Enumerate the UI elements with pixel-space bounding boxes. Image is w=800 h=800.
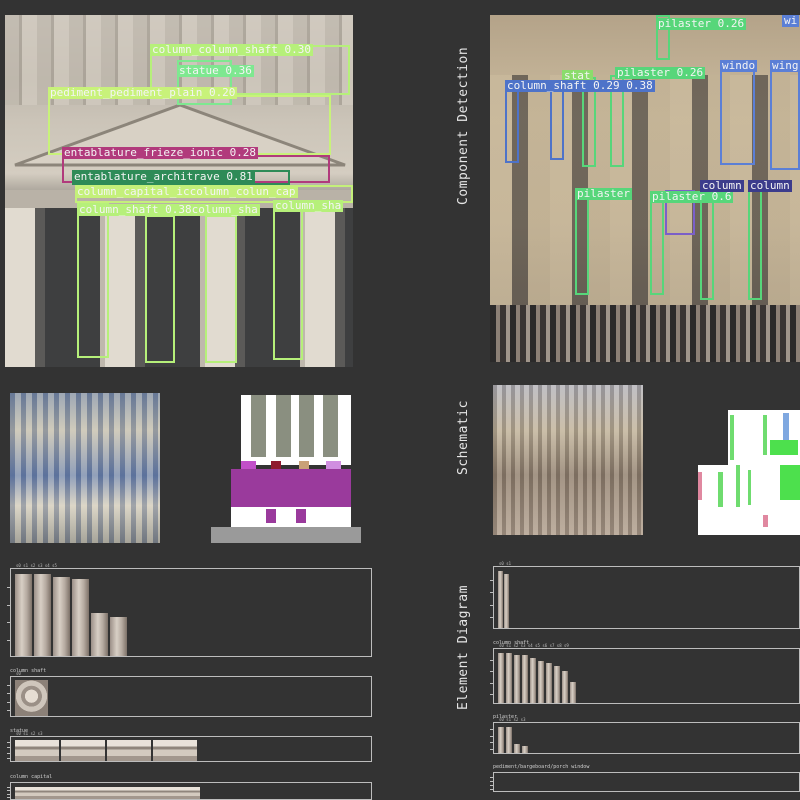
left-strip-axis-tick: [7, 640, 11, 641]
det-label-right-1: wi: [782, 15, 800, 27]
right-strip-axis-tick: [490, 785, 494, 786]
right-element-strip-3: [490, 772, 800, 792]
left-strip-2-element-2: [107, 740, 151, 761]
right-schematic: [698, 410, 800, 535]
right-element-strip-1: [490, 648, 800, 704]
right-strip-2-element-3: [522, 746, 528, 753]
left-strip-axis-tick: [7, 710, 11, 711]
left-strip-axis-tick: [7, 685, 11, 686]
left-strip-2-element-3: [153, 740, 197, 761]
right-strip-1-element-9: [570, 682, 576, 703]
right-strip-axis-tick: [490, 777, 494, 778]
left-strip-axis-tick: [7, 605, 11, 606]
det-label-right-4: wing: [770, 59, 800, 72]
left-schematic: [211, 395, 361, 545]
right-composite-thumbnail: [493, 385, 643, 535]
right-strip-axis-tick: [490, 592, 494, 593]
left-strip-0-element-3: [72, 579, 89, 656]
right-strip-1-element-3: [522, 655, 528, 703]
left-strip-1-element-0: [15, 680, 48, 716]
right-strip-2-element-0: [498, 727, 504, 753]
left-strip-axis-tick: [7, 742, 11, 743]
left-detection-photo: column_column_shaft 0.30 statue 0.36 ped…: [5, 15, 353, 367]
left-element-strip-1: [7, 676, 372, 717]
left-strip-axis-tick: [7, 753, 11, 754]
label-element-diagram: Element Diagram: [456, 585, 471, 710]
left-strip-axis-tick: [7, 693, 11, 694]
right-strip-axis-tick: [490, 683, 494, 684]
det-label-right-6: column_shaft 0.29 0.38: [505, 79, 655, 92]
right-strip-axis-tick: [490, 749, 494, 750]
left-composite-thumbnail: [10, 393, 160, 543]
label-schematic: Schematic: [456, 400, 471, 475]
left-element-strip-3: [7, 782, 372, 800]
left-strip-2-element-1: [61, 740, 105, 761]
left-strip-axis-tick: [7, 790, 11, 791]
right-detection-photo: pilaster 0.26 wi pilaster 0.26 windo win…: [490, 15, 800, 362]
right-strip-1-element-8: [562, 671, 568, 703]
left-strip-0-element-0: [15, 574, 32, 656]
det-label-left-7: column_sha: [273, 199, 344, 212]
left-strip-title-3: column capital: [10, 774, 53, 780]
det-label-right-2: pilaster 0.26: [615, 66, 706, 79]
left-strip-0-element-4: [91, 613, 108, 656]
right-strip-axis-tick: [490, 789, 494, 790]
det-label-left-5: column_capital_iccolumn_colun_cap: [75, 185, 298, 198]
right-strip-axis-tick: [490, 736, 494, 737]
right-strip-axis-tick: [490, 660, 494, 661]
left-strip-0-element-2: [53, 577, 70, 656]
right-element-strip-0: [490, 566, 800, 629]
right-strip-0-element-0: [498, 571, 503, 628]
left-strip-2-element-0: [15, 740, 59, 761]
left-strip-3-element-0: [15, 787, 200, 799]
left-element-strip-2: [7, 736, 372, 762]
det-label-left-6: column_shaft 0.38column_sha: [77, 203, 260, 216]
right-strip-1-element-4: [530, 658, 536, 703]
right-strip-1-element-6: [546, 663, 552, 703]
right-strip-title-3: pediment/bargeboard/porch window: [493, 764, 590, 770]
det-label-left-0: column_column_shaft 0.30: [150, 43, 313, 56]
det-label-right-10: column: [748, 179, 792, 192]
det-label-left-1: statue 0.36: [177, 64, 254, 77]
det-label-right-3: windo: [720, 59, 758, 72]
det-label-left-2: pediment_pediment_plain 0.20: [48, 86, 238, 99]
right-strip-axis-tick: [490, 617, 494, 618]
right-strip-0-element-1: [504, 574, 509, 628]
det-label-right-0: pilaster 0.26: [656, 17, 747, 30]
det-label-right-9: column: [700, 179, 744, 192]
right-strip-1-element-1: [506, 653, 512, 703]
left-strip-axis-tick: [7, 702, 11, 703]
left-strip-axis-tick: [7, 587, 11, 588]
left-strip-axis-tick: [7, 622, 11, 623]
right-strip-axis-tick: [490, 671, 494, 672]
right-strip-axis-tick: [490, 781, 494, 782]
det-label-right-8: pilaster 0.6: [650, 190, 734, 203]
right-strip-2-element-2: [514, 744, 520, 753]
left-strip-axis-tick: [7, 747, 11, 748]
right-strip-axis-tick: [490, 580, 494, 581]
right-strip-axis-tick: [490, 742, 494, 743]
label-component-detection: Component Detection: [456, 46, 471, 205]
left-element-strip-0: [7, 568, 372, 657]
left-strip-0-element-5: [110, 617, 127, 656]
right-strip-axis-tick: [490, 605, 494, 606]
right-strip-1-element-7: [554, 666, 560, 703]
left-strip-axis-tick: [7, 758, 11, 759]
right-element-strip-2: [490, 722, 800, 754]
det-label-left-3: entablature_frieze_ionic 0.28: [62, 146, 259, 159]
right-strip-1-element-5: [538, 661, 544, 703]
left-strip-axis-tick: [7, 794, 11, 795]
right-strip-axis-tick: [490, 729, 494, 730]
left-strip-axis-tick: [7, 787, 11, 788]
det-label-left-4: entablature_architrave 0.81: [72, 170, 255, 183]
right-strip-1-element-0: [498, 653, 504, 703]
right-strip-axis-tick: [490, 694, 494, 695]
left-strip-axis-tick: [7, 797, 11, 798]
right-strip-2-element-1: [506, 727, 512, 753]
det-label-right-7: pilaster: [575, 187, 632, 200]
left-strip-0-element-1: [34, 574, 51, 656]
right-strip-1-element-2: [514, 655, 520, 703]
